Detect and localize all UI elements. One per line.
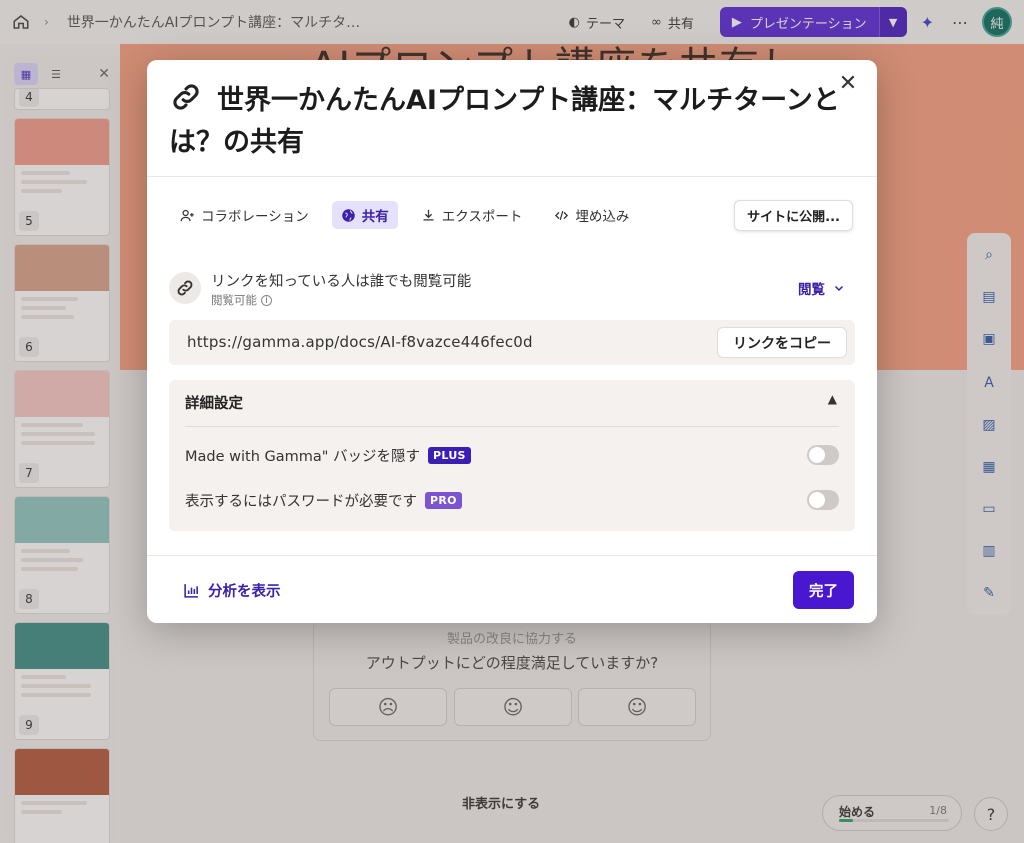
share-tabs: コラボレーション 共有 エクスポート 埋め込み: [171, 201, 638, 229]
publish-site-button[interactable]: サイトに公開...: [734, 200, 853, 231]
link-icon: [169, 272, 201, 304]
share-link-url[interactable]: https://gamma.app/docs/AI-f8vazce446fec0…: [187, 333, 533, 351]
pro-badge: PRO: [425, 491, 462, 509]
copy-link-button[interactable]: リンクをコピー: [717, 327, 847, 358]
dialog-header: 世界一かんたんAIプロンプト講座：マルチターンとは？の共有 ✕: [147, 60, 877, 177]
bar-chart-icon: [184, 584, 198, 598]
download-icon: [423, 209, 434, 220]
tab-label: 共有: [361, 209, 389, 225]
password-toggle[interactable]: [807, 490, 839, 510]
view-analytics-button[interactable]: 分析を表示: [183, 580, 281, 601]
analytics-label: 分析を表示: [208, 584, 281, 600]
link-access-row: リンクを知っている人は誰でも閲覧可能 閲覧可能 i 閲覧: [169, 268, 855, 316]
hide-badge-toggle[interactable]: [807, 445, 839, 465]
globe-icon: [341, 208, 355, 222]
info-icon[interactable]: i: [261, 294, 272, 306]
permission-label: 閲覧: [798, 282, 825, 298]
share-link-box: https://gamma.app/docs/AI-f8vazce446fec0…: [169, 320, 855, 365]
dialog-footer: 分析を表示 完了: [147, 555, 877, 623]
tab-label: コラボレーション: [201, 209, 309, 225]
chevron-up-icon[interactable]: ▲: [828, 392, 837, 406]
share-dialog: 世界一かんたんAIプロンプト講座：マルチターンとは？の共有 ✕ コラボレーション…: [147, 60, 877, 623]
advanced-settings: 詳細設定 ▲ Made with Gamma" バッジを隠す PLUS 表示する…: [169, 380, 855, 531]
dialog-title: 世界一かんたんAIプロンプト講座：マルチターンとは？の共有: [169, 85, 840, 158]
plus-badge: PLUS: [428, 446, 471, 464]
add-user-icon: [180, 209, 194, 221]
password-setting: 表示するにはパスワードが必要です PRO: [185, 488, 839, 512]
access-sub-label: 閲覧可能: [211, 293, 257, 307]
done-button[interactable]: 完了: [793, 571, 854, 609]
tab-label: エクスポート: [441, 209, 523, 225]
divider: [185, 426, 839, 427]
tab-label: 埋め込み: [575, 209, 630, 225]
hide-badge-setting: Made with Gamma" バッジを隠す PLUS: [185, 443, 839, 467]
tab-embed[interactable]: 埋め込み: [545, 201, 638, 229]
close-icon[interactable]: ✕: [835, 70, 861, 96]
setting-label: Made with Gamma" バッジを隠す: [185, 448, 421, 465]
permission-dropdown[interactable]: 閲覧: [798, 278, 845, 298]
setting-label: 表示するにはパスワードが必要です: [185, 493, 417, 510]
tab-share[interactable]: 共有: [331, 201, 398, 229]
tab-collaboration[interactable]: コラボレーション: [171, 201, 318, 229]
advanced-settings-title[interactable]: 詳細設定: [185, 392, 243, 413]
code-icon: [555, 210, 569, 220]
access-subtext: 閲覧可能 i: [211, 292, 272, 308]
access-description: リンクを知っている人は誰でも閲覧可能: [211, 274, 472, 290]
tab-export[interactable]: エクスポート: [412, 201, 532, 229]
chevron-down-icon: [834, 285, 844, 292]
